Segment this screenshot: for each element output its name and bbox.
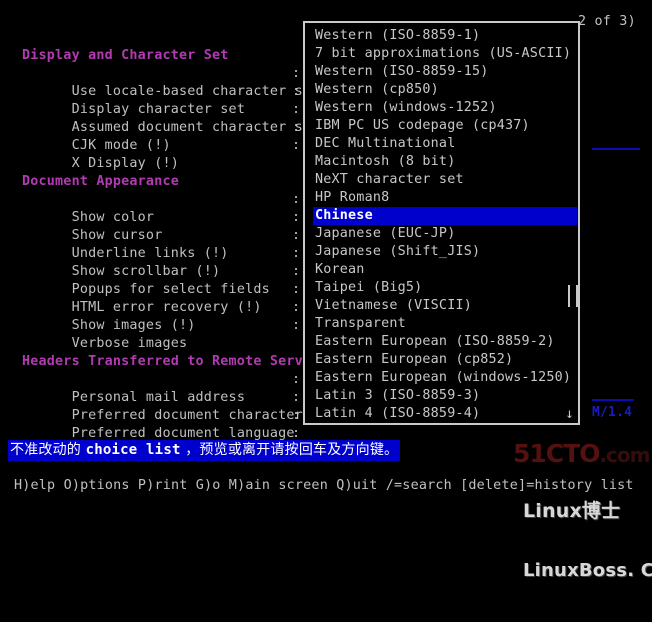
link-underline-artifact-1 <box>592 148 640 150</box>
margin-mono-label: M/1.4 <box>592 405 633 420</box>
status-mono-term: choice list <box>85 442 181 458</box>
popup-option[interactable]: Taipei (Big5) <box>313 279 577 297</box>
option-colon: : <box>292 120 301 135</box>
option-row-preferred-document-language[interactable]: Preferred document language : <box>22 407 304 441</box>
popup-option[interactable]: Japanese (EUC-JP) <box>313 225 577 243</box>
option-colon: : <box>292 192 301 207</box>
popup-option[interactable]: Western (ISO-8859-1) <box>313 27 577 45</box>
popup-option[interactable]: Latin 4 (ISO-8859-4) <box>313 405 577 423</box>
watermark-linuxboss-line2: LinuxBoss. Cn <box>523 560 652 581</box>
watermark-linuxboss: Linux博士 LinuxBoss. Cn <box>523 461 652 621</box>
link-underline-artifact-2 <box>592 399 634 401</box>
section-heading-display-and-character-set: Display and Character Set <box>22 48 229 63</box>
popup-option[interactable]: Korean <box>313 261 577 279</box>
popup-option[interactable]: Western (windows-1252) <box>313 99 577 117</box>
option-colon: : <box>292 246 301 261</box>
popup-option[interactable]: NeXT character set <box>313 171 577 189</box>
popup-option[interactable]: HP Roman8 <box>313 189 577 207</box>
popup-option[interactable]: Western (ISO-8859-15) <box>313 63 577 81</box>
option-colon: : <box>292 318 301 333</box>
option-label: X Display (!) <box>71 156 179 171</box>
option-colon: : <box>292 282 301 297</box>
option-row-x-display[interactable]: X Display (!) : <box>22 137 304 171</box>
option-colon: : <box>292 228 301 243</box>
option-row-show-cursor[interactable]: Show cursor : <box>22 209 304 243</box>
popup-option[interactable]: Japanese (Shift_JIS) <box>313 243 577 261</box>
option-colon: : <box>292 300 301 315</box>
option-colon: : <box>292 102 301 117</box>
option-row-personal-mail-address[interactable]: Personal mail address : <box>22 371 304 405</box>
option-row-cjk-mode[interactable]: CJK mode (!) : <box>22 119 304 153</box>
option-label: Verbose images <box>71 336 188 351</box>
popup-option[interactable]: IBM PC US codepage (cp437) <box>313 117 577 135</box>
lynx-terminal-screen: 2 of 3) M/1.4 Display and Character Set … <box>0 0 652 581</box>
popup-option[interactable]: Eastern European (ISO-8859-2) <box>313 333 577 351</box>
option-row-underline-links[interactable]: Underline links (!) : <box>22 227 304 261</box>
watermark-linuxboss-line1: Linux博士 <box>523 500 621 522</box>
popup-option[interactable]: Eastern European (windows-1250) <box>313 369 577 387</box>
option-row-show-scrollbar[interactable]: Show scrollbar (!) : <box>22 245 304 279</box>
option-row-show-color[interactable]: Show color : <box>22 191 304 225</box>
status-message: 不准改动的 choice list ，预览或离开请按回车及方向键。 <box>8 440 401 461</box>
popup-option[interactable]: Western (cp850) <box>313 81 577 99</box>
option-colon: : <box>292 408 301 423</box>
popup-option[interactable]: Chinese <box>313 207 577 225</box>
popup-option[interactable]: Eastern European (cp852) <box>313 351 577 369</box>
status-prefix: 不准改动的 <box>10 442 86 458</box>
options-list: Display and Character Set Use locale-bas… <box>22 47 344 459</box>
option-row-preferred-document-character-set[interactable]: Preferred document character set : <box>22 389 336 423</box>
option-colon: : <box>292 372 301 387</box>
option-colon: : <box>292 390 301 405</box>
option-row-display-character-set[interactable]: Display character set : <box>22 83 304 117</box>
popup-option[interactable]: Latin 3 (ISO-8859-3) <box>313 387 577 405</box>
status-suffix: ，预览或离开请按回车及方向键。 <box>180 442 399 458</box>
option-colon: : <box>292 66 301 81</box>
character-set-popup[interactable]: Western (ISO-8859-1) 7 bit approximations… <box>303 21 580 425</box>
scroll-down-arrow-icon[interactable]: ↓ <box>565 407 574 421</box>
popup-option[interactable]: Baltic Rim (cp775) <box>313 423 577 425</box>
option-colon: : <box>292 264 301 279</box>
option-row-verbose-images[interactable]: Verbose images : <box>22 317 304 351</box>
popup-option[interactable]: DEC Multinational <box>313 135 577 153</box>
popup-option[interactable]: Macintosh (8 bit) <box>313 153 577 171</box>
option-row-assumed-document-character-set[interactable]: Assumed document character set(!) : <box>22 101 344 135</box>
popup-option-list[interactable]: Western (ISO-8859-1) 7 bit approximations… <box>313 27 578 425</box>
option-row-popups-for-select-fields[interactable]: Popups for select fields : <box>22 263 304 297</box>
option-row-use-locale-based-character-set[interactable]: Use locale-based character set(!) : <box>22 65 344 99</box>
popup-option[interactable]: 7 bit approximations (US-ASCII) <box>313 45 577 63</box>
option-row-show-images[interactable]: Show images (!) : <box>22 299 304 333</box>
popup-scrollbar-thumb[interactable] <box>568 285 578 307</box>
option-row-html-error-recovery[interactable]: HTML error recovery (!) : <box>22 281 304 315</box>
page-indicator: 2 of 3) <box>578 14 636 29</box>
popup-option[interactable]: Transparent <box>313 315 577 333</box>
option-colon: : <box>292 210 301 225</box>
option-colon: : <box>292 84 301 99</box>
option-colon: : <box>292 138 301 153</box>
popup-option[interactable]: Vietnamese (VISCII) <box>313 297 577 315</box>
